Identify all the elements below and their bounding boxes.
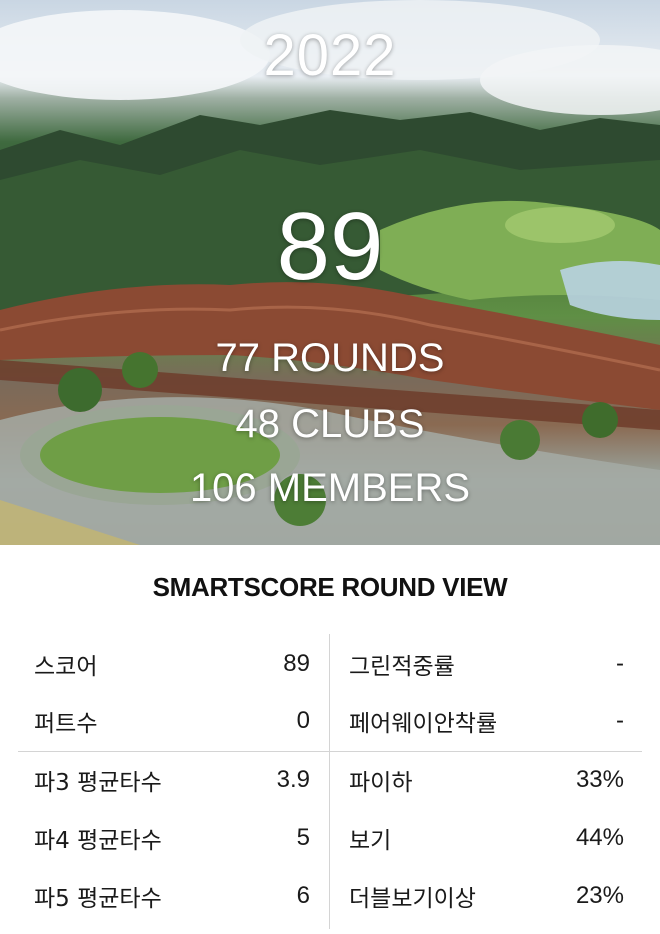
stat-value: 5 bbox=[296, 824, 310, 851]
stat-label: 퍼트수 bbox=[34, 711, 98, 737]
stat-label: 파이하 bbox=[349, 770, 413, 796]
stat-row-par4-average: 파4 평균타수 5 bbox=[34, 818, 310, 858]
stat-row-par5-average: 파5 평균타수 6 bbox=[34, 876, 310, 916]
stat-value: 3.9 bbox=[276, 766, 310, 793]
stat-row-par3-average: 파3 평균타수 3.9 bbox=[34, 760, 310, 800]
rounds-count: 77 ROUNDS bbox=[215, 336, 445, 380]
row-divider bbox=[18, 751, 642, 752]
stat-label: 파3 평균타수 bbox=[34, 770, 162, 796]
stat-row-bogey: 보기 44% bbox=[349, 818, 624, 858]
stat-row-putts: 퍼트수 0 bbox=[34, 701, 310, 741]
column-divider bbox=[329, 634, 330, 929]
stat-row-fairways-hit: 페어웨이안착률 - bbox=[349, 701, 624, 741]
hero-banner: 2022 89 77 ROUNDS 48 CLUBS 106 MEMBERS bbox=[0, 0, 660, 545]
stat-label: 보기 bbox=[349, 828, 392, 854]
stat-value: 33% bbox=[575, 766, 624, 793]
stat-value: 23% bbox=[575, 882, 624, 909]
stat-value: 44% bbox=[575, 824, 624, 851]
year-label: 2022 bbox=[263, 23, 397, 88]
average-score: 89 bbox=[276, 193, 384, 300]
stat-value: 0 bbox=[296, 707, 310, 734]
stat-label: 파5 평균타수 bbox=[34, 886, 162, 912]
stat-label: 스코어 bbox=[34, 654, 98, 680]
stat-label: 그린적중률 bbox=[349, 654, 455, 680]
stat-label: 파4 평균타수 bbox=[34, 828, 162, 854]
stat-value: 6 bbox=[296, 882, 310, 909]
stat-value: 89 bbox=[283, 650, 310, 677]
stat-label: 더블보기이상 bbox=[349, 886, 476, 912]
stat-row-greens-in-regulation: 그린적중률 - bbox=[349, 644, 624, 684]
stat-value: - bbox=[616, 650, 624, 677]
stat-label: 페어웨이안착률 bbox=[349, 711, 498, 737]
section-title: SMARTSCORE ROUND VIEW bbox=[152, 572, 508, 602]
stat-row-par-or-better: 파이하 33% bbox=[349, 760, 624, 800]
stat-value: - bbox=[616, 707, 624, 734]
stat-row-double-bogey-or-worse: 더블보기이상 23% bbox=[349, 876, 624, 916]
clubs-count: 48 CLUBS bbox=[235, 402, 425, 446]
stats-table: 스코어 89 퍼트수 0 파3 평균타수 3.9 파4 평균타수 5 파5 평균… bbox=[18, 634, 642, 929]
members-count: 106 MEMBERS bbox=[189, 466, 471, 510]
stat-row-score: 스코어 89 bbox=[34, 644, 310, 684]
